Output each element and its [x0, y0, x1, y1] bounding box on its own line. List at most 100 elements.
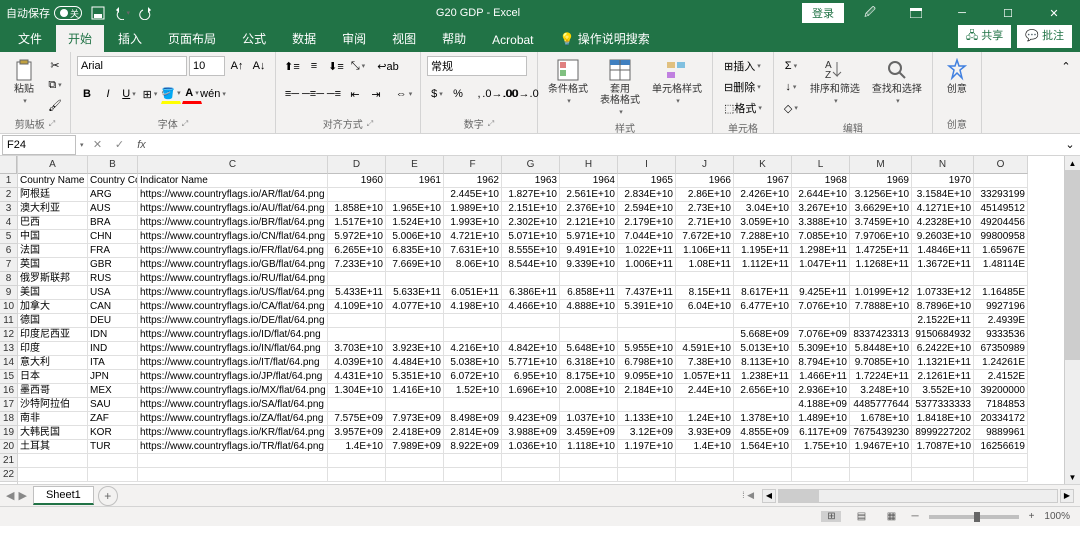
add-sheet-button[interactable]: + [98, 486, 118, 506]
cell[interactable] [734, 398, 792, 412]
cell[interactable]: 3.388E+10 [792, 216, 850, 230]
cell[interactable]: 2.594E+10 [618, 202, 676, 216]
cell[interactable]: 4.484E+10 [386, 356, 444, 370]
column-header[interactable]: H [560, 156, 618, 174]
cell[interactable]: 4.109E+10 [328, 300, 386, 314]
comments-button[interactable]: 💬 批注 [1017, 25, 1072, 48]
vertical-scrollbar[interactable]: ▲ ▼ [1064, 156, 1080, 484]
row-header[interactable]: 19 [0, 426, 17, 440]
row-header[interactable]: 20 [0, 440, 17, 454]
cell[interactable] [138, 468, 328, 482]
cell[interactable]: 2.73E+10 [676, 202, 734, 216]
cell[interactable]: 3.267E+10 [792, 202, 850, 216]
cell[interactable]: 7.989E+09 [386, 440, 444, 454]
cell[interactable] [850, 454, 912, 468]
cell[interactable] [560, 272, 618, 286]
row-header[interactable]: 16 [0, 384, 17, 398]
cell[interactable]: https://www.countryflags.io/CN/flat/64.p… [138, 230, 328, 244]
cell[interactable]: 1.16485E [974, 286, 1028, 300]
cell[interactable]: 1.057E+11 [676, 370, 734, 384]
page-layout-view-icon[interactable]: ▤ [851, 511, 871, 522]
cell[interactable]: https://www.countryflags.io/ID/flat/64.p… [138, 328, 328, 342]
font-color-button[interactable]: A▾ [182, 84, 202, 104]
tab-pagelayout[interactable]: 页面布局 [156, 25, 228, 52]
column-header[interactable]: M [850, 156, 912, 174]
cell[interactable]: 5.955E+10 [618, 342, 676, 356]
cell[interactable]: 意大利 [18, 356, 88, 370]
cell[interactable]: 7.085E+10 [792, 230, 850, 244]
cell[interactable]: 8.544E+10 [502, 258, 560, 272]
cell[interactable]: 巴西 [18, 216, 88, 230]
cell[interactable]: 中国 [18, 230, 88, 244]
cell[interactable]: 45149512 [974, 202, 1028, 216]
cell[interactable]: 9.491E+10 [560, 244, 618, 258]
cell[interactable]: IDN [88, 328, 138, 342]
cell[interactable]: 1.047E+11 [792, 258, 850, 272]
cell[interactable] [138, 454, 328, 468]
sheet-tab[interactable]: Sheet1 [33, 486, 94, 505]
cell[interactable]: 1.304E+10 [328, 384, 386, 398]
cell[interactable] [676, 328, 734, 342]
cell[interactable] [88, 454, 138, 468]
maximize-button[interactable]: ☐ [988, 0, 1028, 26]
cell[interactable]: 1.0199E+12 [850, 286, 912, 300]
cell[interactable]: https://www.countryflags.io/BR/flat/64.p… [138, 216, 328, 230]
scroll-left-icon[interactable]: ◀ [762, 489, 776, 503]
cell[interactable]: 1.65967E [974, 244, 1028, 258]
cell[interactable]: 9.425E+11 [792, 286, 850, 300]
cell[interactable]: 8.794E+10 [792, 356, 850, 370]
cell[interactable] [850, 272, 912, 286]
cell[interactable] [974, 272, 1028, 286]
row-header[interactable]: 9 [0, 286, 17, 300]
format-table-button[interactable]: 套用 表格格式▾ [596, 56, 644, 118]
cell[interactable]: https://www.countryflags.io/AU/flat/64.p… [138, 202, 328, 216]
border-button[interactable]: ⊞▾ [140, 84, 160, 104]
cell[interactable]: 5.972E+10 [328, 230, 386, 244]
cell[interactable]: 49204456 [974, 216, 1028, 230]
cell[interactable]: https://www.countryflags.io/TR/flat/64.p… [138, 440, 328, 454]
cell[interactable]: https://www.countryflags.io/IN/flat/64.p… [138, 342, 328, 356]
fx-icon[interactable]: fx [132, 136, 152, 154]
cell[interactable]: 3.6629E+10 [850, 202, 912, 216]
cell[interactable]: 2.151E+10 [502, 202, 560, 216]
cell[interactable]: https://www.countryflags.io/IT/flat/64.p… [138, 356, 328, 370]
cell[interactable] [386, 454, 444, 468]
row-header[interactable]: 13 [0, 342, 17, 356]
cell[interactable]: 2.71E+10 [676, 216, 734, 230]
cell[interactable]: 5377333333 [912, 398, 974, 412]
cell[interactable]: ZAF [88, 412, 138, 426]
autosum-icon[interactable]: Σ▾ [780, 56, 802, 76]
cell[interactable]: 3.703E+10 [328, 342, 386, 356]
name-box[interactable]: F24 [2, 135, 76, 155]
cell[interactable]: 8337423313 [850, 328, 912, 342]
cell[interactable]: 2.1522E+11 [912, 314, 974, 328]
cell[interactable]: 6.318E+10 [560, 356, 618, 370]
row-header[interactable]: 3 [0, 202, 17, 216]
cell[interactable]: 1.489E+10 [792, 412, 850, 426]
column-header[interactable]: G [502, 156, 560, 174]
cell[interactable] [676, 454, 734, 468]
decrease-indent-icon[interactable]: ⇤ [345, 84, 365, 104]
cell[interactable]: 3.059E+10 [734, 216, 792, 230]
number-expand-icon[interactable]: ⤢ [488, 119, 494, 129]
row-header[interactable]: 11 [0, 314, 17, 328]
cell[interactable]: 3.248E+10 [850, 384, 912, 398]
cell[interactable]: 4.216E+10 [444, 342, 502, 356]
cell[interactable]: 9.423E+09 [502, 412, 560, 426]
redo-icon[interactable] [138, 5, 154, 21]
clipboard-expand-icon[interactable]: ⤢ [49, 119, 55, 129]
cell[interactable] [444, 314, 502, 328]
cell[interactable]: 8999227202 [912, 426, 974, 440]
cell[interactable]: 1964 [560, 174, 618, 188]
cell[interactable] [502, 328, 560, 342]
phonetic-button[interactable]: wén▾ [203, 84, 223, 104]
cell[interactable]: 墨西哥 [18, 384, 88, 398]
cell[interactable] [502, 272, 560, 286]
cell[interactable] [734, 468, 792, 482]
cell[interactable]: 3.923E+10 [386, 342, 444, 356]
formula-input[interactable] [156, 135, 1060, 155]
cell[interactable]: 1.965E+10 [386, 202, 444, 216]
zoom-level[interactable]: 100% [1044, 511, 1070, 522]
cell[interactable] [386, 328, 444, 342]
cell[interactable] [734, 272, 792, 286]
